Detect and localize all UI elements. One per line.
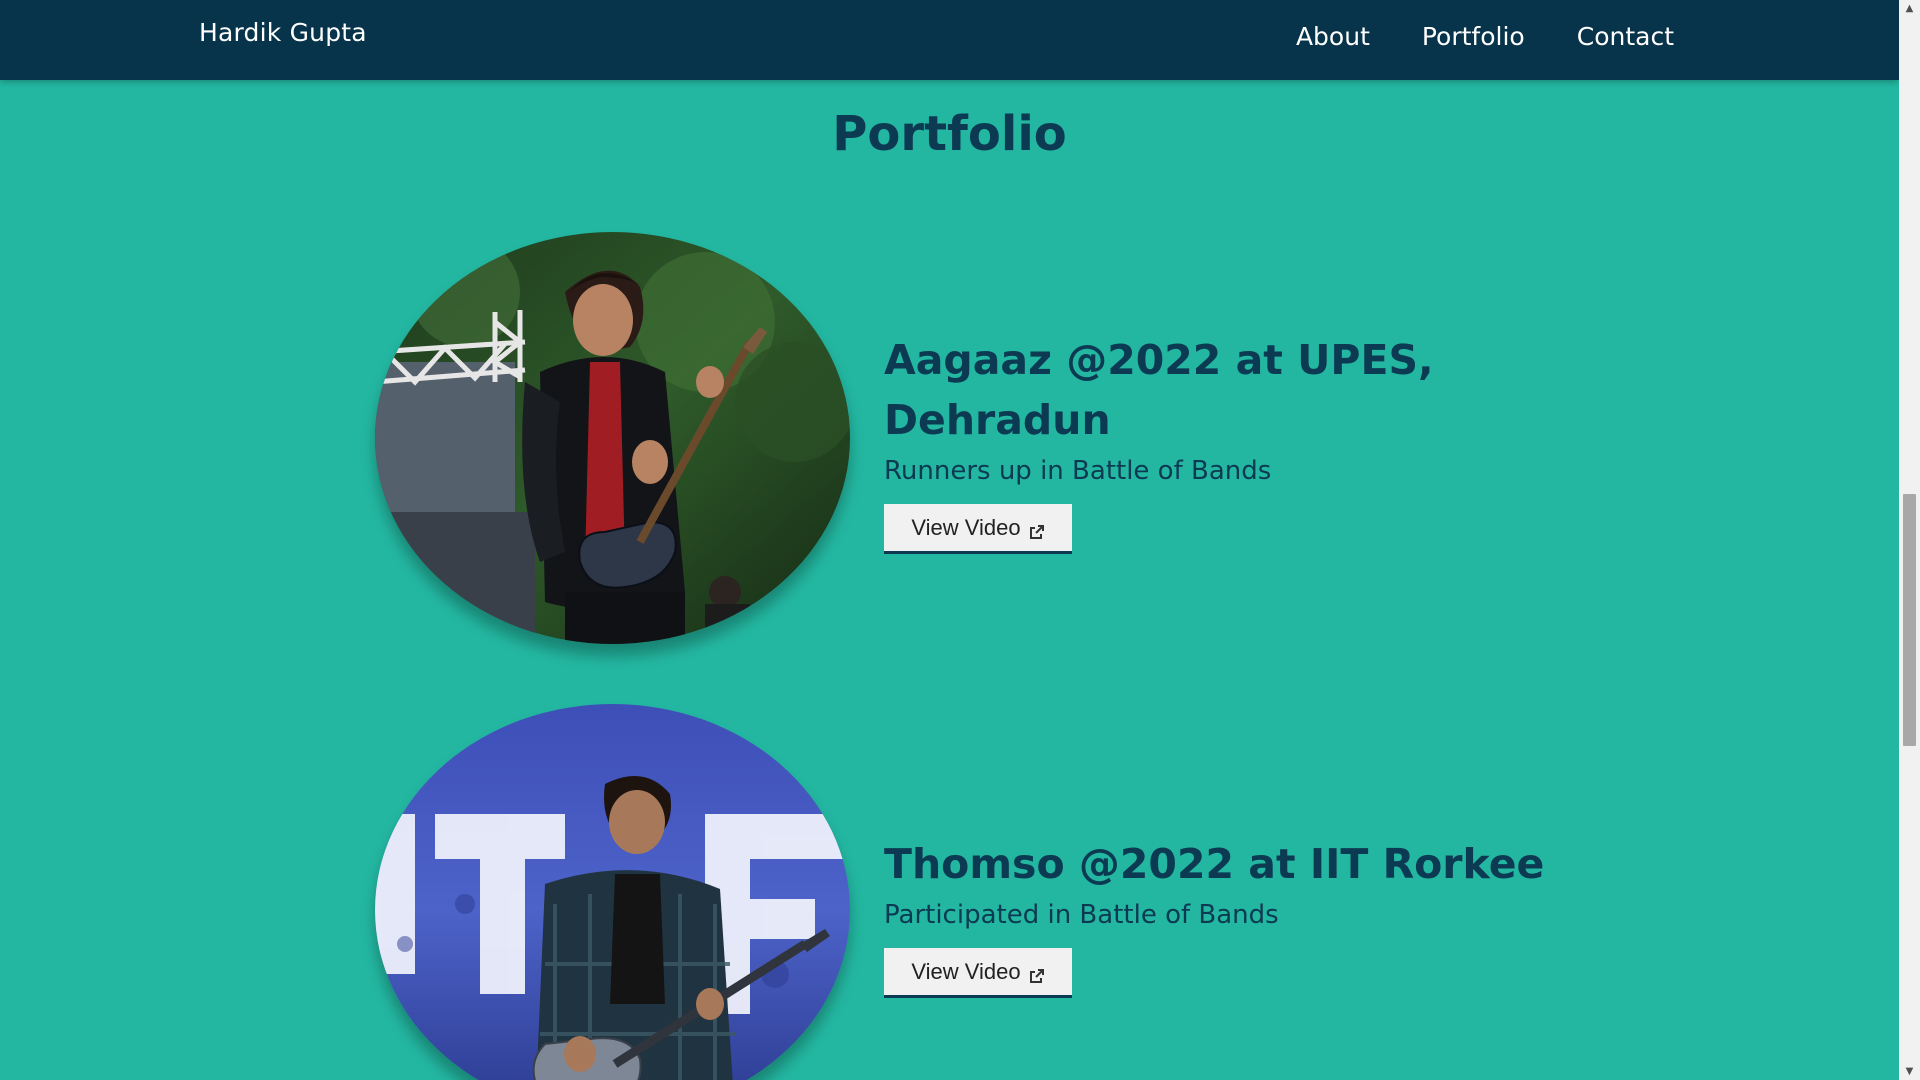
viewport: Hardik Gupta About Portfolio Contact Por… (0, 0, 1899, 1080)
portfolio-item: Thomso @2022 at IIT Rorkee Participated … (375, 704, 1575, 1080)
scroll-up-arrow-icon[interactable]: ▲ (1899, 0, 1920, 17)
view-video-button[interactable]: View Video (884, 948, 1072, 998)
navbar: Hardik Gupta About Portfolio Contact (0, 0, 1899, 80)
section-title: Portfolio (832, 106, 1067, 162)
guitarist-banner-photo (375, 704, 850, 1080)
nav-links: About Portfolio Contact (1296, 22, 1674, 51)
portfolio-info: Aagaaz @2022 at UPES, Dehradun Runners u… (884, 330, 1484, 554)
nav-link-portfolio[interactable]: Portfolio (1422, 22, 1525, 51)
scroll-down-arrow-icon[interactable]: ▼ (1899, 1063, 1920, 1080)
item-subtitle: Participated in Battle of Bands (884, 900, 1279, 930)
item-subtitle: Runners up in Battle of Bands (884, 456, 1272, 486)
nav-link-contact[interactable]: Contact (1577, 22, 1674, 51)
nav-link-about[interactable]: About (1296, 22, 1370, 51)
portfolio-item: Aagaaz @2022 at UPES, Dehradun Runners u… (375, 232, 1575, 652)
item-title: Aagaaz @2022 at UPES, Dehradun (884, 336, 1434, 444)
view-video-label: View Video (911, 514, 1021, 540)
page: Hardik Gupta About Portfolio Contact Por… (0, 0, 1920, 1080)
portfolio-photo (375, 232, 850, 644)
item-title: Thomso @2022 at IIT Rorkee (884, 840, 1545, 888)
vertical-scrollbar[interactable]: ▲ ▼ (1899, 0, 1920, 1080)
portfolio-info: Thomso @2022 at IIT Rorkee Participated … (884, 834, 1584, 998)
view-video-label: View Video (911, 958, 1021, 984)
external-link-icon (1029, 520, 1045, 539)
guitarist-stage-photo (375, 232, 850, 644)
brand-link[interactable]: Hardik Gupta (199, 18, 367, 47)
portfolio-photo (375, 704, 850, 1080)
view-video-button[interactable]: View Video (884, 504, 1072, 554)
external-link-icon (1029, 964, 1045, 983)
scrollbar-thumb[interactable] (1903, 494, 1916, 746)
